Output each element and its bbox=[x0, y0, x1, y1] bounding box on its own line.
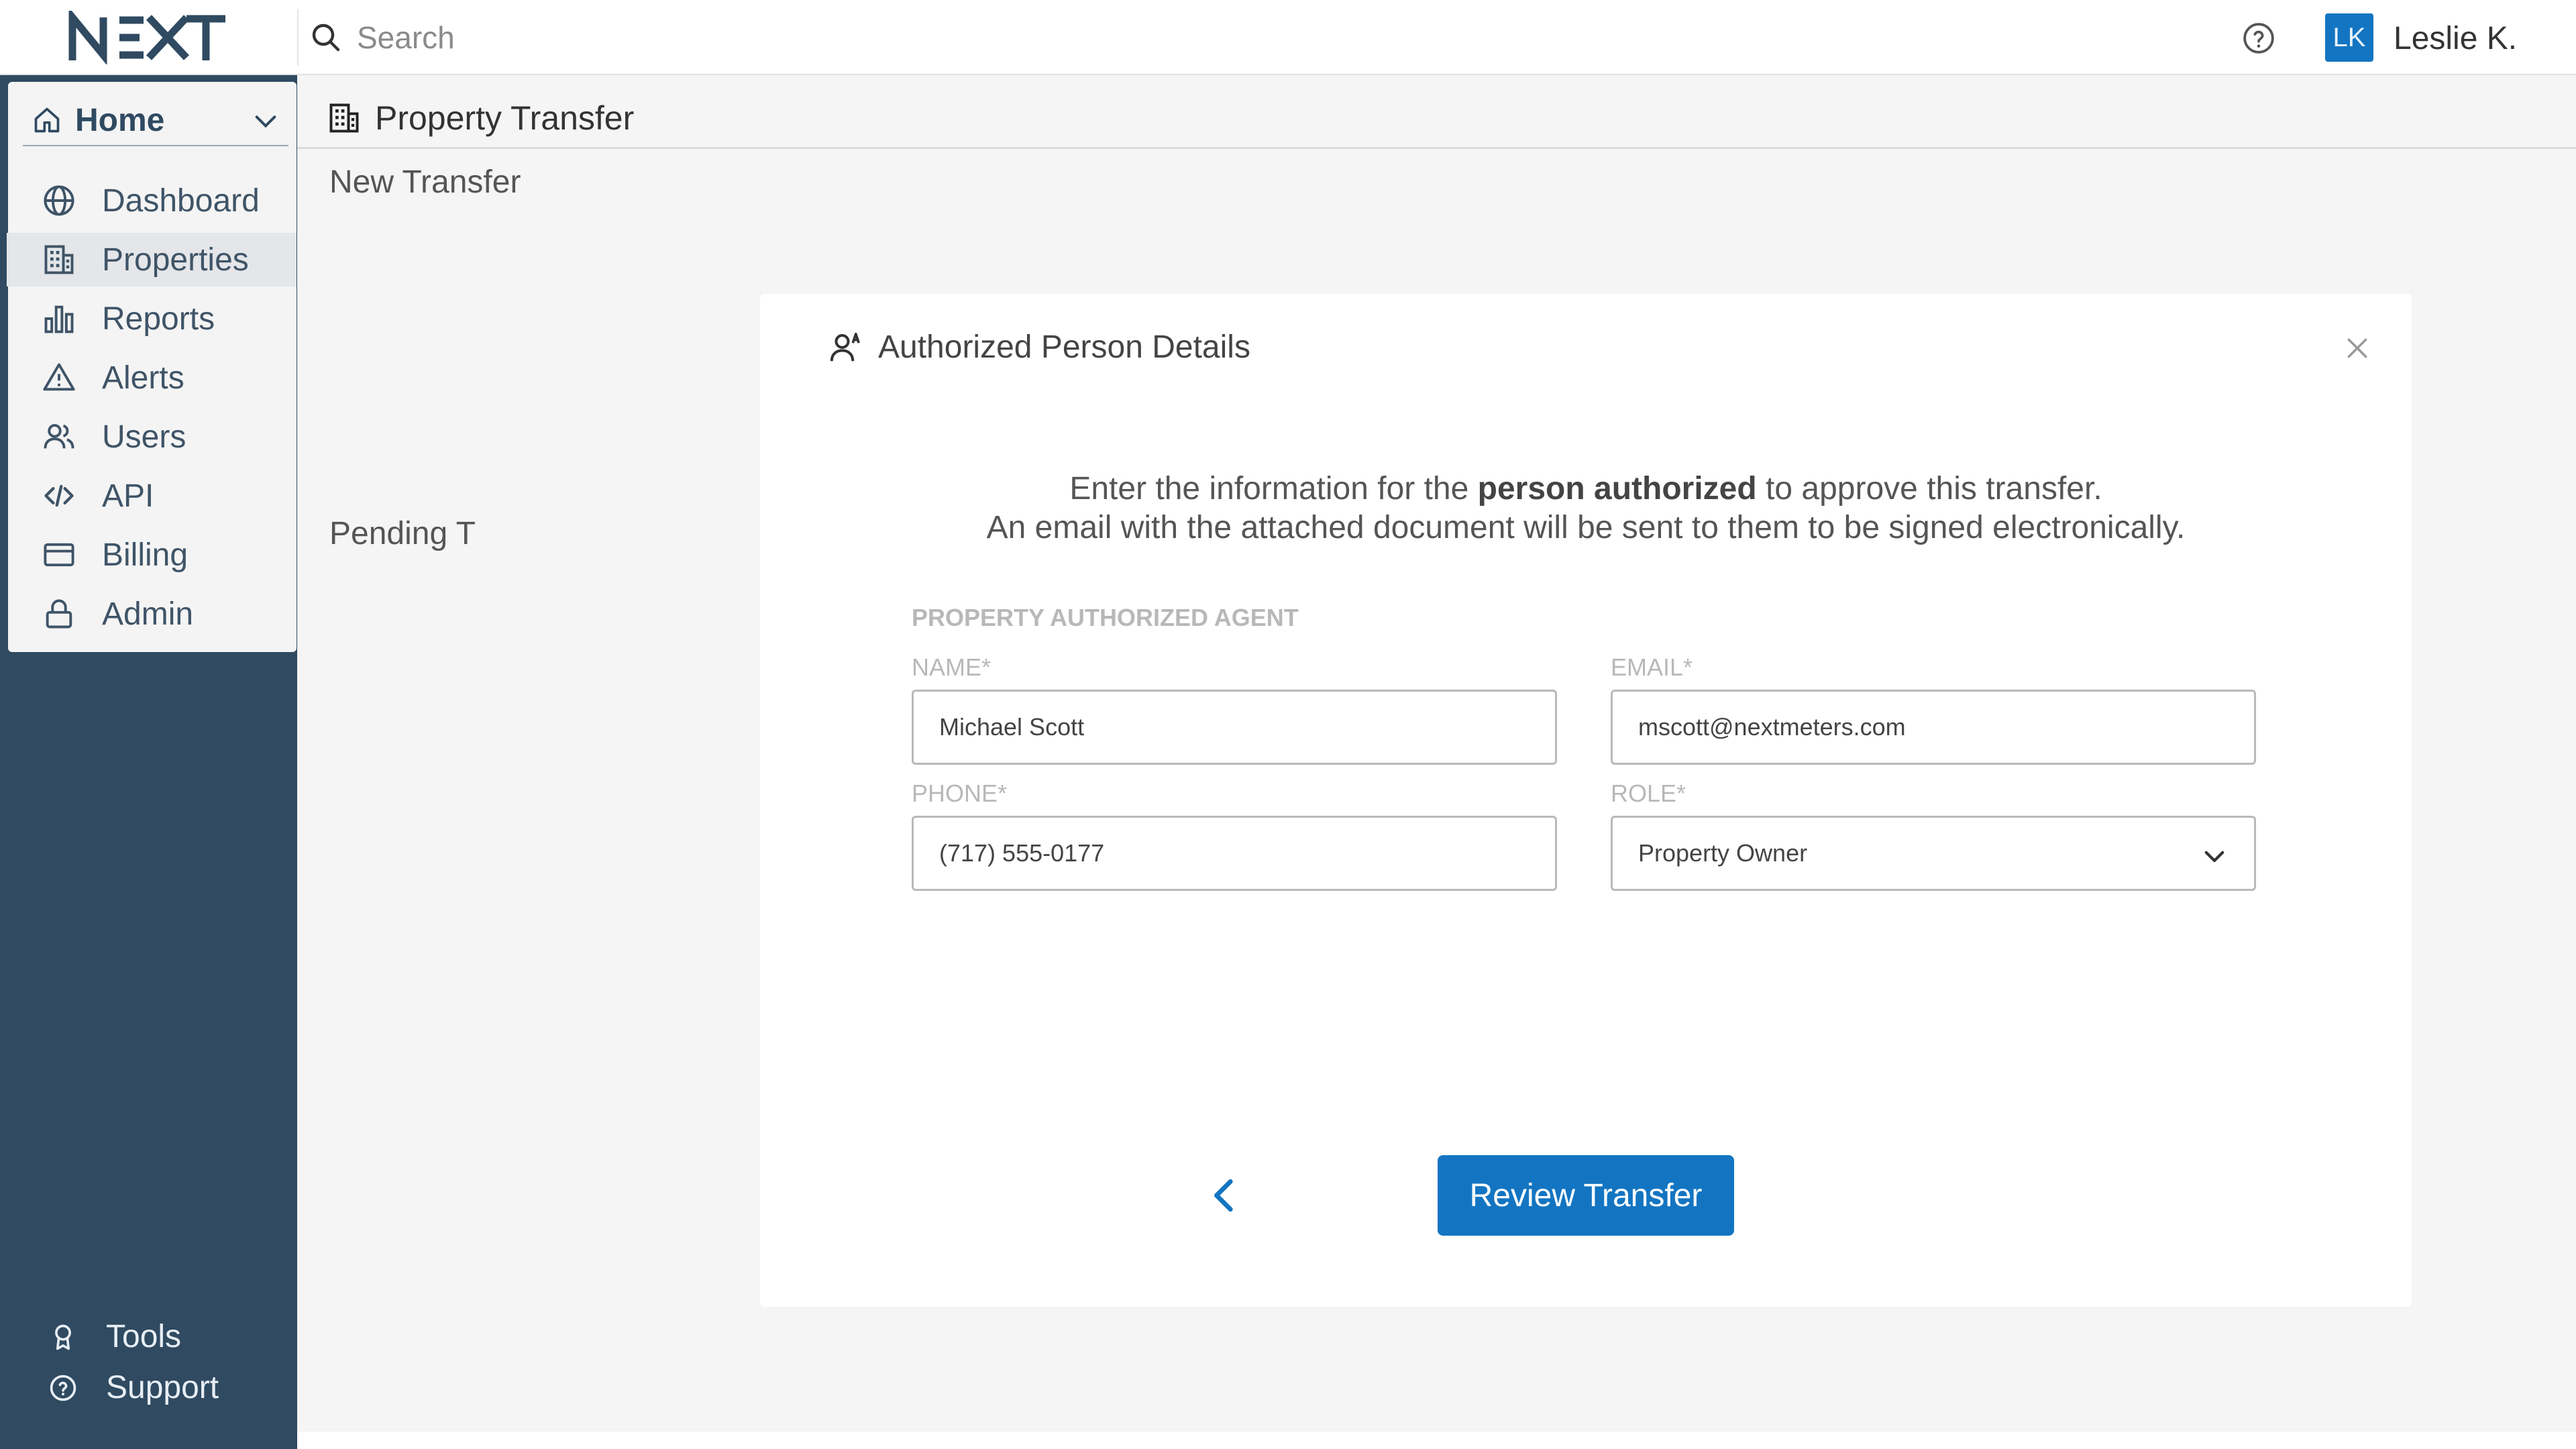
main-content: Property Transfer New Transfer Pending T… bbox=[297, 75, 2576, 1449]
review-transfer-button[interactable]: Review Transfer bbox=[1438, 1155, 1734, 1236]
lock-icon bbox=[46, 599, 72, 629]
section-label: PROPERTY AUTHORIZED AGENT bbox=[912, 604, 1299, 631]
name-field[interactable] bbox=[912, 690, 1557, 765]
sidebar-item-reports[interactable]: Reports bbox=[7, 292, 297, 345]
phone-field[interactable] bbox=[912, 816, 1557, 891]
building-icon bbox=[329, 103, 359, 132]
search-input[interactable] bbox=[357, 16, 1296, 59]
modal-header: Authorized Person Details bbox=[827, 329, 1250, 366]
sidebar-item-admin[interactable]: Admin bbox=[7, 587, 297, 641]
sidebar-item-label: Support bbox=[106, 1370, 219, 1405]
building-icon bbox=[44, 245, 74, 274]
chevron-down-icon bbox=[255, 115, 276, 128]
sidebar-item-label: Alerts bbox=[102, 360, 184, 396]
modal-title: Authorized Person Details bbox=[878, 329, 1250, 365]
sidebar-item-label: Billing bbox=[102, 537, 189, 573]
modal-instructions: Enter the information for the person aut… bbox=[760, 470, 2412, 547]
back-button[interactable] bbox=[1197, 1169, 1251, 1222]
search-icon[interactable] bbox=[310, 21, 342, 54]
instruction-text: Enter the information for the bbox=[1069, 471, 1478, 506]
close-icon[interactable] bbox=[2345, 335, 2370, 361]
email-label: EMAIL* bbox=[1611, 653, 1693, 681]
page-header: Property Transfer bbox=[297, 89, 2576, 149]
question-circle-icon[interactable] bbox=[2242, 21, 2275, 55]
chevron-down-icon bbox=[2204, 851, 2224, 863]
instruction-line-2: An email with the attached document will… bbox=[986, 510, 2186, 545]
sidebar-item-billing[interactable]: Billing bbox=[7, 528, 297, 582]
role-label: ROLE* bbox=[1611, 780, 1686, 807]
help-circle-icon bbox=[50, 1375, 76, 1401]
avatar[interactable]: LK bbox=[2325, 13, 2373, 62]
instruction-text: to approve this transfer. bbox=[1756, 471, 2102, 506]
next-logo-mark bbox=[68, 11, 225, 64]
home-dropdown[interactable]: Home bbox=[23, 95, 288, 146]
instruction-line-1: Enter the information for the person aut… bbox=[760, 470, 2412, 508]
new-transfer-heading: New Transfer bbox=[329, 164, 521, 200]
person-badge-icon bbox=[830, 332, 860, 361]
bottom-strip bbox=[297, 1432, 2576, 1449]
sidebar-item-api[interactable]: API bbox=[7, 469, 297, 523]
home-label: Home bbox=[75, 102, 165, 138]
code-icon bbox=[44, 484, 74, 507]
sidebar-item-alerts[interactable]: Alerts bbox=[7, 351, 297, 405]
globe-icon bbox=[44, 185, 74, 216]
sidebar-item-tools[interactable]: Tools bbox=[48, 1318, 181, 1355]
instruction-emphasis: person authorized bbox=[1477, 471, 1757, 506]
top-bar: LK Leslie K. bbox=[0, 0, 2576, 75]
home-icon bbox=[34, 107, 60, 133]
sidebar-item-users[interactable]: Users bbox=[7, 410, 297, 464]
sidebar-item-dashboard[interactable]: Dashboard bbox=[7, 174, 297, 227]
award-icon bbox=[55, 1324, 71, 1350]
warning-icon bbox=[43, 363, 75, 391]
sidebar: Home Dashboard Properties Reports Alerts… bbox=[0, 75, 297, 1449]
bar-chart-icon bbox=[44, 305, 74, 333]
sidebar-item-label: Dashboard bbox=[102, 182, 260, 219]
next-logo[interactable] bbox=[0, 0, 297, 75]
page-title: Property Transfer bbox=[375, 99, 635, 137]
authorized-person-modal: Authorized Person Details Enter the info… bbox=[760, 294, 2412, 1307]
credit-card-icon bbox=[44, 543, 74, 567]
chevron-left-icon bbox=[1214, 1179, 1233, 1212]
phone-label: PHONE* bbox=[912, 780, 1008, 807]
sidebar-item-label: Admin bbox=[102, 596, 194, 632]
pending-transfers-heading: Pending T bbox=[329, 516, 476, 551]
sidebar-item-label: Properties bbox=[102, 241, 249, 278]
sidebar-item-label: API bbox=[102, 478, 154, 514]
topbar-divider bbox=[297, 9, 299, 66]
role-select[interactable]: Property Owner bbox=[1611, 816, 2256, 891]
users-icon bbox=[44, 424, 74, 449]
sidebar-item-label: Reports bbox=[102, 301, 215, 337]
name-label: NAME* bbox=[912, 653, 991, 681]
email-field[interactable] bbox=[1611, 690, 2256, 765]
sidebar-item-properties[interactable]: Properties bbox=[7, 233, 297, 286]
user-name[interactable]: Leslie K. bbox=[2394, 20, 2517, 57]
sidebar-item-label: Users bbox=[102, 419, 186, 455]
sidebar-item-label: Tools bbox=[106, 1319, 182, 1354]
role-select-value: Property Owner bbox=[1638, 839, 1808, 867]
sidebar-item-support[interactable]: Support bbox=[48, 1369, 219, 1406]
